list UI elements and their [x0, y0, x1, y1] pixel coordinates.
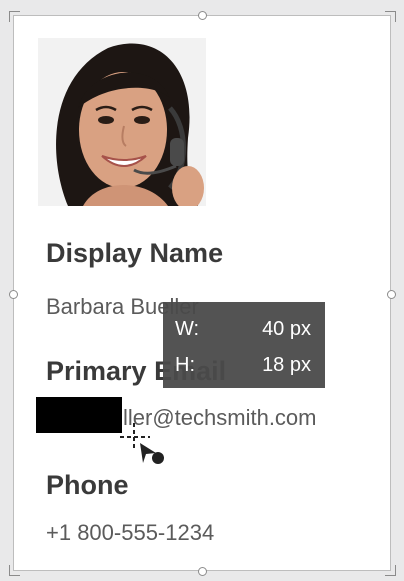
- display-name-label: Display Name: [46, 238, 224, 268]
- tooltip-height-label: H:: [175, 354, 195, 376]
- phone-value: +1 800-555-1234: [46, 520, 215, 545]
- resize-handle-bottom[interactable]: [198, 567, 207, 576]
- dimension-tooltip: W: 40 px H: 18 px: [163, 302, 325, 388]
- tooltip-width-label: W:: [175, 318, 200, 340]
- avatar: [38, 38, 206, 206]
- resize-handle-right[interactable]: [387, 290, 396, 299]
- tooltip-width-value: 40 px: [262, 318, 311, 340]
- resize-corner-bottom-left[interactable]: [9, 565, 20, 576]
- crosshair-selection-icon: [116, 423, 164, 467]
- resize-handle-left[interactable]: [9, 290, 18, 299]
- resize-corner-top-right[interactable]: [385, 11, 396, 22]
- tooltip-height-value: 18 px: [262, 354, 311, 376]
- phone-label: Phone: [46, 470, 129, 500]
- resize-handle-top[interactable]: [198, 11, 207, 20]
- resize-corner-bottom-right[interactable]: [385, 565, 396, 576]
- resize-corner-top-left[interactable]: [9, 11, 20, 22]
- avatar-photo: [38, 38, 206, 206]
- email-redaction-box: [36, 397, 122, 433]
